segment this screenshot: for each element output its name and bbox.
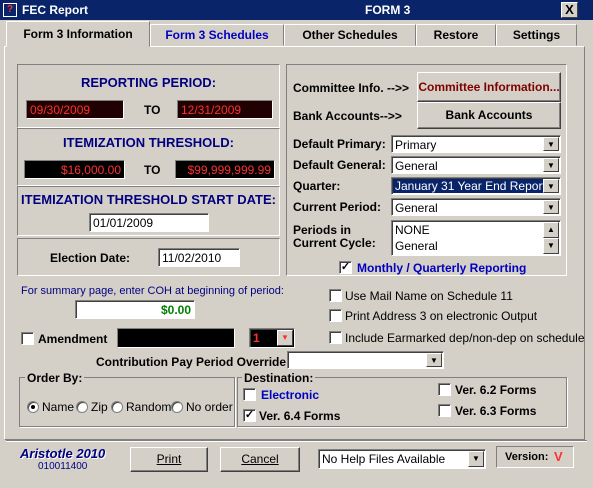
chevron-down-icon[interactable]: ▼ [543,158,559,172]
tab-restore[interactable]: Restore [416,24,496,46]
mail-name-label: Use Mail Name on Schedule 11 [345,289,513,303]
default-general-label: Default General: [293,158,386,172]
help-select[interactable]: No Help Files Available ▼ [318,449,486,469]
election-date-field[interactable]: 11/02/2010 [158,248,240,267]
committee-info-label: Committee Info. -->> [293,81,410,95]
tab-form3-information[interactable]: Form 3 Information [6,21,150,47]
periods-label: Periods in Current Cycle: [293,223,376,250]
brand-logo: Aristotle 2010 [20,446,106,461]
bank-accounts-button[interactable]: Bank Accounts [417,102,561,129]
chevron-down-icon[interactable]: ▼ [468,451,484,467]
print-button[interactable]: Print [130,447,208,472]
amendment-number-select[interactable]: 1 ▼ [249,328,295,348]
electronic-label: Electronic [261,388,320,402]
footer-divider [6,440,587,442]
version-mark: V [554,449,563,464]
order-random-label: Random [126,400,172,414]
order-random-radio[interactable] [111,401,123,413]
electronic-checkbox[interactable] [243,388,256,401]
close-button[interactable]: X [561,2,578,18]
destination-title: Destination: [242,371,316,385]
quarter-select[interactable]: January 31 Year End Report ▼ [391,177,561,195]
chevron-down-icon[interactable]: ▼ [543,200,559,214]
cancel-button[interactable]: Cancel [220,447,300,472]
order-name-radio[interactable] [27,401,39,413]
reporting-to-label: TO [144,103,161,117]
version-box: Version: V [496,446,574,468]
ver63-label: Ver. 6.3 Forms [455,404,537,418]
order-by-title: Order By: [25,371,85,385]
current-period-label: Current Period: [293,200,382,214]
periods-list[interactable]: NONE General ▲ ▼ [391,220,561,256]
reporting-to-field[interactable]: 12/31/2009 [177,100,273,119]
app-icon: ? [3,3,17,17]
window-title: FEC Report [22,3,88,17]
print-address3-label: Print Address 3 on electronic Output [345,309,538,323]
ver62-checkbox[interactable] [438,383,451,396]
chevron-down-icon[interactable]: ▼ [426,353,442,367]
bank-accounts-label: Bank Accounts-->> [293,109,402,123]
ver64-label: Ver. 6.4 Forms [259,409,341,423]
amendment-date-field[interactable] [117,328,235,348]
default-general-select[interactable]: General ▼ [391,156,561,174]
order-zip-radio[interactable] [76,401,88,413]
tab-settings[interactable]: Settings [496,24,577,46]
tab-other-schedules[interactable]: Other Schedules [284,24,416,46]
reporting-period-title: REPORTING PERIOD: [80,75,217,90]
coh-field[interactable]: $0.00 [75,300,195,319]
order-none-label: No order [186,400,233,414]
tab-form3-schedules[interactable]: Form 3 Schedules [150,24,284,46]
chevron-down-icon[interactable]: ▼ [277,330,293,346]
threshold-start-title: ITEMIZATION THRESHOLD START DATE: [21,192,276,207]
brand-code: 010011400 [38,461,88,472]
election-date-label: Election Date: [50,251,131,265]
current-period-select[interactable]: General ▼ [391,198,561,216]
monthly-label: Monthly / Quarterly Reporting [357,261,527,275]
committee-settings-panel: Committee Info. -->> Committee Informati… [286,64,567,276]
override-select[interactable]: ▼ [287,351,444,369]
chevron-down-icon[interactable]: ▼ [543,179,559,193]
list-item[interactable]: General [395,238,557,254]
ver62-label: Ver. 6.2 Forms [455,383,537,397]
chevron-down-icon[interactable]: ▼ [543,137,559,151]
order-name-label: Name [42,400,75,414]
itemization-to-field[interactable]: $99,999,999.99 [175,160,275,179]
version-label: Version: [505,451,549,463]
ver64-checkbox[interactable]: ✓ [243,409,256,422]
coh-label: For summary page, enter COH at beginning… [21,285,284,297]
override-label: Contribution Pay Period Override: [96,355,291,369]
form-title: FORM 3 [365,3,411,17]
amendment-checkbox[interactable] [21,332,34,345]
list-item[interactable]: NONE [395,222,557,238]
itemization-from-field[interactable]: $16,000.00 [24,160,125,179]
order-zip-label: Zip [91,400,108,414]
order-none-radio[interactable] [171,401,183,413]
threshold-start-panel: ITEMIZATION THRESHOLD START DATE: 01/01/… [17,186,280,236]
title-bar: ? FEC Report FORM 3 X [0,0,593,20]
amendment-label: Amendment [38,332,108,346]
earmarked-checkbox[interactable] [329,331,342,344]
earmarked-label: Include Earmarked dep/non-dep on schedul… [345,331,585,345]
threshold-start-field[interactable]: 01/01/2009 [89,213,209,232]
scroll-down-icon[interactable]: ▼ [543,238,559,254]
itemization-panel: ITEMIZATION THRESHOLD: $16,000.00 TO $99… [17,128,280,186]
election-panel: Election Date: 11/02/2010 [17,238,280,276]
default-primary-label: Default Primary: [293,137,386,151]
reporting-period-panel: REPORTING PERIOD: 09/30/2009 TO 12/31/20… [17,64,280,128]
default-primary-select[interactable]: Primary ▼ [391,135,561,153]
committee-information-button[interactable]: Committee Information... [417,72,561,102]
monthly-checkbox[interactable]: ✓ [339,261,352,274]
itemization-to-label: TO [144,163,161,177]
itemization-title: ITEMIZATION THRESHOLD: [63,135,234,150]
quarter-label: Quarter: [293,179,341,193]
mail-name-checkbox[interactable] [329,289,342,302]
scroll-up-icon[interactable]: ▲ [543,222,559,238]
reporting-from-field[interactable]: 09/30/2009 [26,100,124,119]
print-address3-checkbox[interactable] [329,309,342,322]
ver63-checkbox[interactable] [438,404,451,417]
